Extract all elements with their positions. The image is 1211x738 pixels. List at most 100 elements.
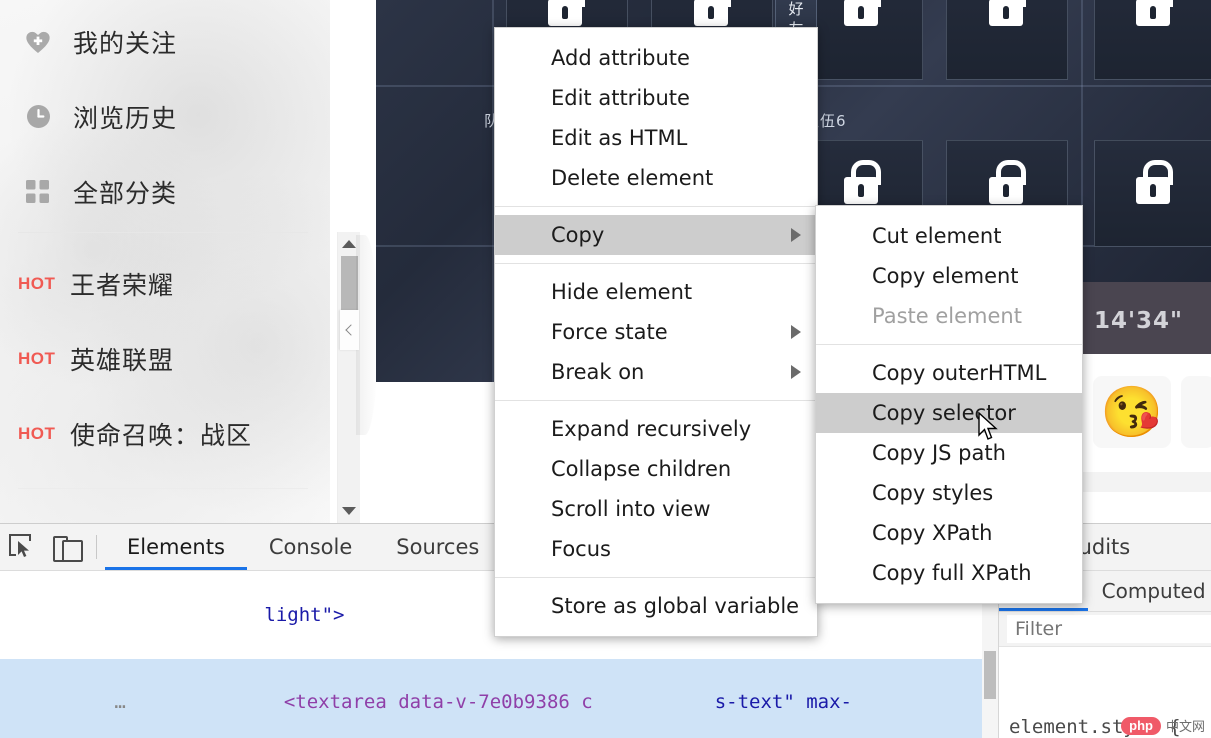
- tab-label: Console: [269, 535, 352, 559]
- submenu-item-cut-element[interactable]: Cut element: [816, 216, 1082, 256]
- context-menu-item-label: Edit attribute: [551, 86, 690, 110]
- submenu-item-label: Copy JS path: [872, 441, 1006, 465]
- dom-line-text: light">: [264, 604, 344, 626]
- submenu-item-label: Copy styles: [872, 481, 993, 505]
- submenu-item-copy-js-path[interactable]: Copy JS path: [816, 433, 1082, 473]
- context-menu-separator: [495, 400, 817, 401]
- dom-line[interactable]: …<textarea data-v-7e0b9386 cs-text" max-: [0, 659, 998, 738]
- submenu-item-copy-selector[interactable]: Copy selector: [816, 393, 1082, 433]
- sidebar-hot-list: HOT 王者荣耀 HOT 英雄联盟 HOT 使命召唤：战区: [0, 246, 330, 471]
- inspect-element-icon[interactable]: [0, 525, 44, 569]
- device-toolbar-icon[interactable]: [44, 525, 88, 569]
- chevron-left-icon: [345, 324, 356, 335]
- tab-label: Elements: [127, 535, 225, 559]
- context-menu-item-label: Store as global variable: [551, 594, 799, 618]
- sidebar-item-label: 我的关注: [73, 24, 177, 60]
- scroll-down-arrow-icon[interactable]: [338, 501, 360, 521]
- sidebar-collapse-button[interactable]: [340, 310, 359, 350]
- context-menu-item-label: Expand recursively: [551, 417, 751, 441]
- list-item[interactable]: HOT 使命召唤：战区: [0, 396, 330, 471]
- context-menu-item-force-state[interactable]: Force state: [495, 312, 817, 352]
- lock-icon: [694, 0, 728, 26]
- emoji-item[interactable]: 😘: [1093, 376, 1171, 448]
- submenu-item-label: Copy XPath: [872, 521, 992, 545]
- context-menu-item-add-attribute[interactable]: Add attribute: [495, 38, 817, 78]
- context-menu-item-label: Copy: [551, 223, 604, 247]
- context-menu-item-focus[interactable]: Focus: [495, 529, 817, 569]
- lock-icon: [1136, 160, 1170, 204]
- submenu-item-copy-full-xpath[interactable]: Copy full XPath: [816, 553, 1082, 593]
- sidebar-item-history[interactable]: 浏览历史: [0, 79, 330, 154]
- copy-submenu[interactable]: Cut element Copy element Paste element C…: [815, 205, 1083, 604]
- emoji-item[interactable]: [1181, 376, 1211, 448]
- submenu-arrow-icon: [791, 365, 801, 379]
- submenu-item-copy-styles[interactable]: Copy styles: [816, 473, 1082, 513]
- lock-icon: [989, 0, 1023, 26]
- context-menu-item-label: Focus: [551, 537, 611, 561]
- sidebar-item-label: 浏览历史: [73, 99, 177, 135]
- tab-sources[interactable]: Sources: [374, 524, 501, 570]
- submenu-item-label: Copy outerHTML: [872, 361, 1046, 385]
- dom-line-text-b: s-text" max-: [715, 691, 852, 713]
- context-menu-item-scroll-into-view[interactable]: Scroll into view: [495, 489, 817, 529]
- context-menu-item-delete-element[interactable]: Delete element: [495, 158, 817, 198]
- context-menu-item-copy[interactable]: Copy: [495, 215, 817, 255]
- page-whitespace-left: [376, 382, 496, 523]
- submenu-item-copy-outerhtml[interactable]: Copy outerHTML: [816, 353, 1082, 393]
- tab-label: Computed: [1102, 579, 1206, 603]
- hot-item-label: 使命召唤：战区: [70, 416, 252, 452]
- scrollbar-thumb[interactable]: [984, 651, 996, 699]
- context-menu-item-store-as-global-variable[interactable]: Store as global variable: [495, 586, 817, 626]
- status-badge: HOT: [18, 424, 70, 444]
- submenu-item-copy-element[interactable]: Copy element: [816, 256, 1082, 296]
- submenu-item-copy-xpath[interactable]: Copy XPath: [816, 513, 1082, 553]
- context-menu-separator: [495, 206, 817, 207]
- context-menu-item-label: Hide element: [551, 280, 692, 304]
- sidebar-hot-divider: [18, 488, 308, 489]
- context-menu-separator: [495, 263, 817, 264]
- devtools-context-menu[interactable]: Add attribute Edit attribute Edit as HTM…: [494, 27, 818, 637]
- submenu-separator: [816, 344, 1082, 345]
- submenu-item-label: Copy element: [872, 264, 1019, 288]
- sidebar-item-label: 全部分类: [73, 174, 177, 210]
- tab-label: Sources: [396, 535, 479, 559]
- list-item[interactable]: HOT 英雄联盟: [0, 321, 330, 396]
- heart-plus-icon: [25, 29, 51, 55]
- context-menu-item-edit-as-html[interactable]: Edit as HTML: [495, 118, 817, 158]
- list-item[interactable]: HOT 王者荣耀: [0, 246, 330, 321]
- status-badge: HOT: [18, 349, 70, 369]
- submenu-item-label: Copy selector: [872, 401, 1016, 425]
- submenu-item-label: Cut element: [872, 224, 1001, 248]
- tab-console[interactable]: Console: [247, 524, 374, 570]
- filter-input[interactable]: [1007, 615, 1211, 643]
- divider: [96, 535, 97, 559]
- status-badge: HOT: [18, 274, 70, 294]
- friends-tab-line1: 好: [776, 0, 816, 19]
- lock-icon: [844, 0, 878, 26]
- context-menu-item-expand-recursively[interactable]: Expand recursively: [495, 409, 817, 449]
- context-menu-item-hide-element[interactable]: Hide element: [495, 272, 817, 312]
- sidebar-divider: [18, 232, 308, 233]
- sidebar-nav-list: 我的关注 浏览历史: [0, 0, 330, 229]
- lock-icon: [548, 0, 582, 26]
- dom-line-text: <textarea data-v-7e0b9386 c: [284, 691, 593, 713]
- context-menu-item-break-on[interactable]: Break on: [495, 352, 817, 392]
- sidebar-item-my-follows[interactable]: 我的关注: [0, 4, 330, 79]
- context-menu-separator: [495, 577, 817, 578]
- sidebar-item-all-categories[interactable]: 全部分类: [0, 154, 330, 229]
- context-menu-item-edit-attribute[interactable]: Edit attribute: [495, 78, 817, 118]
- tab-computed[interactable]: Computed: [1088, 571, 1211, 611]
- lock-icon: [844, 160, 878, 204]
- context-menu-item-label: Add attribute: [551, 46, 690, 70]
- grid-icon: [25, 179, 51, 205]
- styles-filter-row: [999, 612, 1211, 647]
- context-menu-item-label: Scroll into view: [551, 497, 711, 521]
- hot-item-label: 英雄联盟: [70, 341, 174, 377]
- tab-elements[interactable]: Elements: [105, 524, 247, 570]
- submenu-item-paste-element: Paste element: [816, 296, 1082, 336]
- context-menu-item-label: Force state: [551, 320, 668, 344]
- context-menu-item-collapse-children[interactable]: Collapse children: [495, 449, 817, 489]
- screenshot-root: 我的关注 浏览历史: [0, 0, 1211, 738]
- site-sidebar: 我的关注 浏览历史: [0, 0, 330, 523]
- hot-item-label: 王者荣耀: [70, 266, 174, 302]
